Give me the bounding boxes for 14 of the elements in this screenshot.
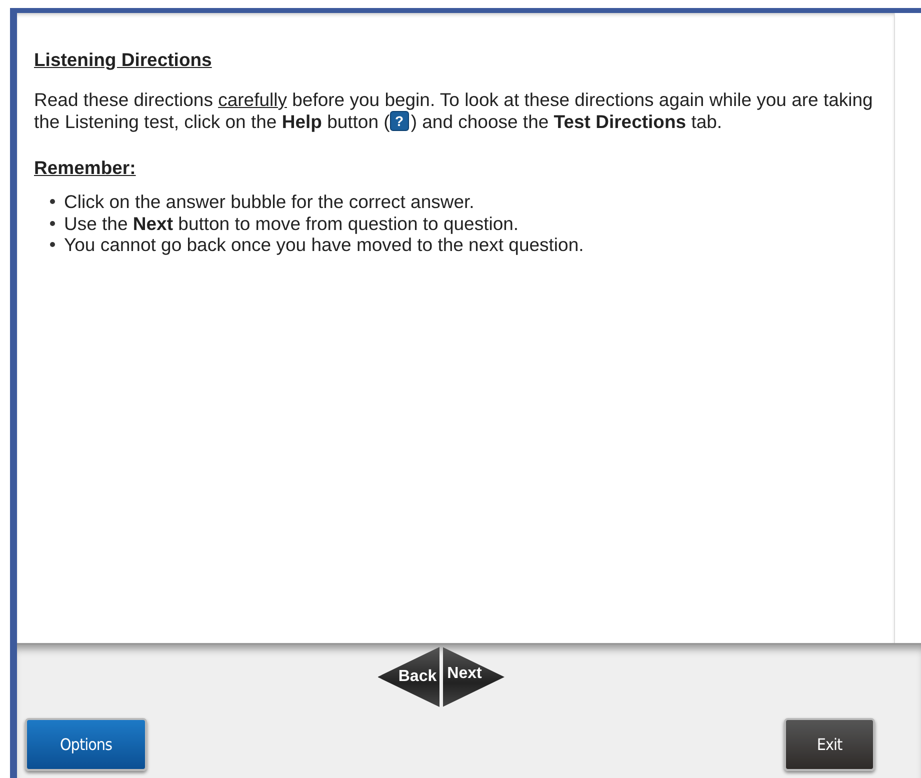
next-button[interactable]: Next [442,647,504,707]
bullet-icon [50,220,55,226]
back-button[interactable]: Back [378,647,440,707]
section-heading: Listening Directions [34,49,212,71]
bullet-icon [50,242,55,248]
options-button[interactable]: Options [25,718,147,771]
exit-button[interactable]: Exit [784,718,875,771]
list-item: Click on the answer bubble for the correct answer. [64,191,474,212]
section-heading: Remember: [34,157,136,179]
directions-paragraph: Read these directions carefully before you begin. To look at these directions again while you are taking the Listening test, click on the Help button ( ? ) and choose the Test Directions tab. [34,89,874,133]
list-item: Use the Next button to move from question to question. [64,212,519,234]
list-item: You cannot go back once you have moved to the next question. [64,234,584,256]
help-icon: ? [390,111,409,131]
bullet-icon [50,199,55,204]
